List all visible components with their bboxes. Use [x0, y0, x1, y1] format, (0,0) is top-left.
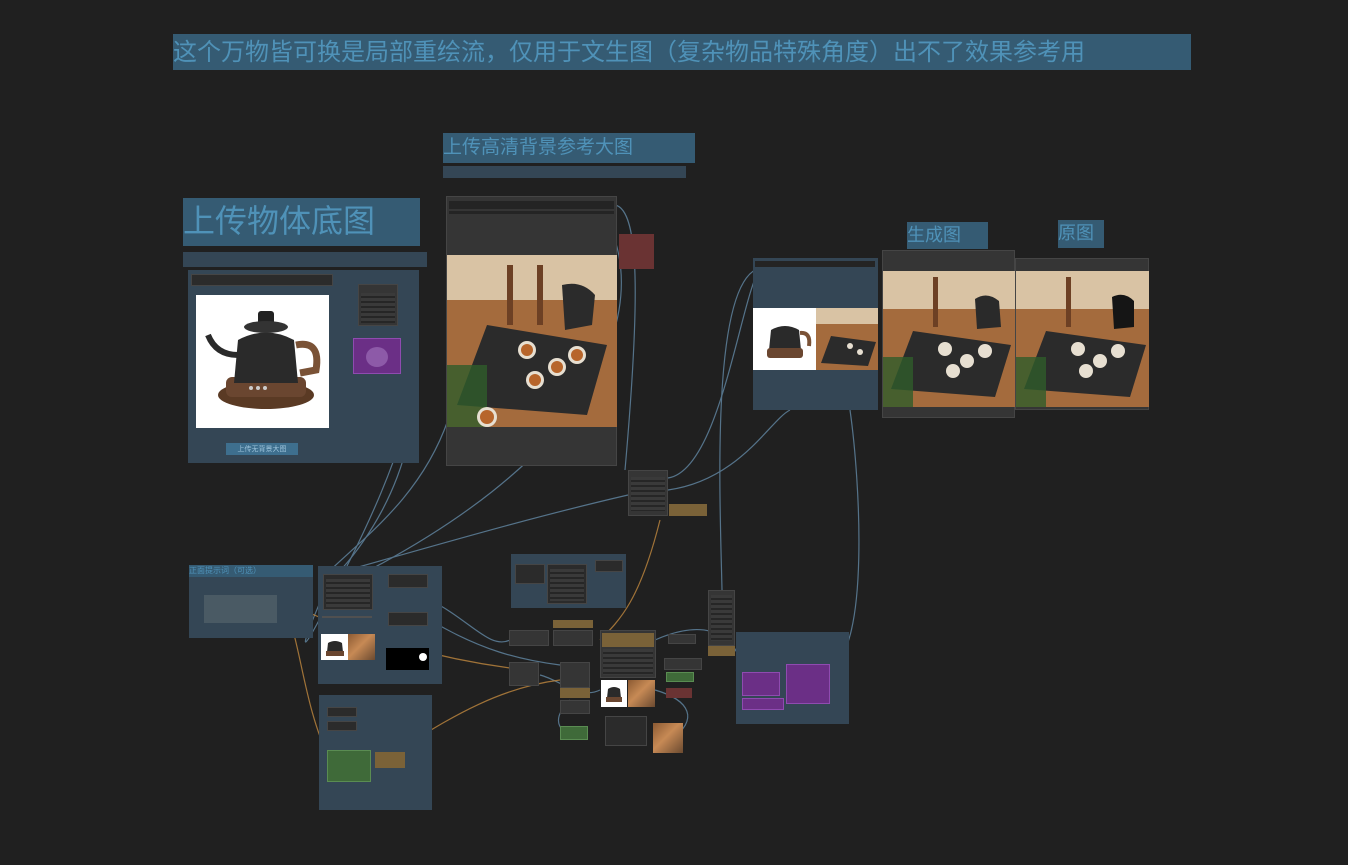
decode-preview-image	[653, 723, 683, 753]
thumb-scene-image	[348, 634, 375, 660]
pipe-gold-2[interactable]	[560, 688, 590, 698]
compare-kettle-image	[753, 308, 816, 370]
prompt-group-title: 正面提示词（可选）	[189, 565, 313, 577]
original-label: 原图	[1058, 220, 1104, 248]
tea-scene-icon	[883, 271, 1015, 407]
load-image-header[interactable]	[191, 274, 333, 286]
setting-node-a[interactable]	[515, 564, 545, 584]
thumb-kettle-image	[321, 634, 348, 660]
upload-background-title: 上传高清背景参考大图	[443, 133, 695, 163]
pipe-green[interactable]	[560, 726, 588, 740]
mask-preview-icon	[366, 347, 388, 367]
mask-generation-group	[318, 566, 442, 684]
upload-object-subtitle-bar	[183, 252, 427, 267]
kettle-icon	[753, 308, 816, 370]
result-label: 生成图	[907, 222, 988, 249]
kettle-icon	[321, 634, 348, 660]
tall-node[interactable]	[708, 590, 735, 646]
setting-node-c[interactable]	[595, 560, 623, 572]
pipe-node-3[interactable]	[509, 662, 539, 686]
right-pipe-red[interactable]	[666, 688, 692, 698]
pipe-node-4[interactable]	[560, 662, 590, 688]
upload-background-subtitle-bar	[443, 166, 686, 178]
upload-object-group: 上传无背景大图	[188, 270, 419, 463]
tea-scene-icon	[447, 255, 617, 427]
compare-group	[753, 258, 878, 410]
upscale-node-c[interactable]	[786, 664, 830, 704]
kettle-icon	[601, 680, 627, 707]
center-settings-group	[511, 554, 626, 608]
workflow-note: 这个万物皆可换是局部重绘流，仅用于文生图（复杂物品特殊角度）出不了效果参考用	[173, 34, 1191, 70]
decode-node[interactable]	[605, 716, 647, 746]
gold-node-b[interactable]	[375, 752, 405, 768]
mask-icon	[419, 653, 427, 661]
small-node-b[interactable]	[327, 721, 357, 731]
image-composite-node[interactable]	[628, 470, 668, 516]
mask-node[interactable]	[358, 284, 398, 326]
lower-left-group	[319, 695, 432, 810]
upload-button[interactable]: 上传无背景大图	[226, 443, 298, 455]
mask-preview-node[interactable]	[353, 338, 401, 374]
upload-object-title: 上传物体底图	[183, 198, 420, 246]
tea-scene-icon	[816, 308, 878, 370]
tall-node-gold[interactable]	[708, 646, 735, 656]
pipe-node-5[interactable]	[560, 700, 590, 714]
prompt-textarea[interactable]	[204, 595, 277, 623]
right-pipe-2[interactable]	[664, 658, 702, 670]
ksampler-node[interactable]	[600, 630, 656, 678]
result-image-node[interactable]	[882, 250, 1015, 418]
kettle-icon	[196, 295, 329, 428]
prompt-group: 正面提示词（可选）	[189, 565, 313, 638]
pipe-node-1[interactable]	[509, 630, 549, 646]
color-node[interactable]	[619, 234, 654, 269]
green-node[interactable]	[327, 750, 371, 782]
background-load-node[interactable]	[446, 196, 617, 466]
setting-node-b[interactable]	[547, 564, 587, 604]
pipe-node-2[interactable]	[553, 630, 593, 646]
mask-preview-image	[386, 648, 429, 670]
compare-scene-image	[816, 308, 878, 370]
pipe-gold-1[interactable]	[553, 620, 593, 628]
preview-kettle-image	[601, 680, 627, 707]
detector-node[interactable]	[388, 574, 428, 588]
small-node-a[interactable]	[327, 707, 357, 717]
kettle-image	[196, 295, 329, 428]
upscale-node-b[interactable]	[742, 698, 784, 710]
gold-node[interactable]	[669, 504, 707, 516]
sam-node[interactable]	[323, 574, 373, 610]
threshold-node[interactable]	[388, 612, 428, 626]
tea-scene-icon	[1016, 271, 1149, 407]
preview-scene-image	[628, 680, 655, 707]
upscale-node-a[interactable]	[742, 672, 780, 696]
original-image	[1016, 271, 1149, 407]
original-image-node[interactable]	[1015, 258, 1149, 410]
result-image	[883, 271, 1015, 407]
right-pipe-1[interactable]	[668, 634, 696, 644]
right-pipe-green[interactable]	[666, 672, 694, 682]
upscale-group	[736, 632, 849, 724]
tea-scene-image	[447, 255, 617, 427]
